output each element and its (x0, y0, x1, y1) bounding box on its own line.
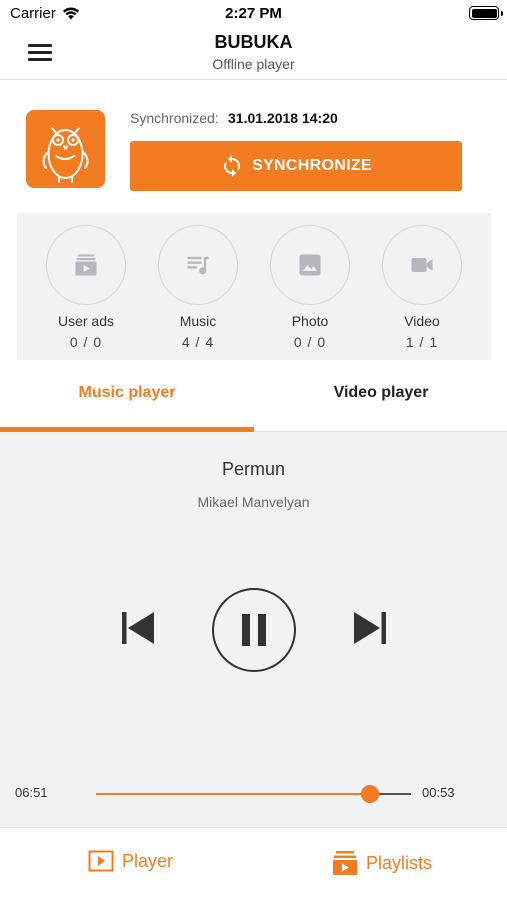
status-time: 2:27 PM (225, 5, 282, 22)
sync-datetime: 31.01.2018 14:20 (228, 110, 338, 126)
play-box-icon (88, 850, 114, 872)
count-circle (158, 225, 238, 305)
synchronize-button-label: SYNCHRONIZE (252, 157, 372, 174)
next-track-button[interactable] (352, 610, 388, 646)
tab-video-player[interactable]: Video player (254, 370, 507, 432)
sync-icon (224, 155, 241, 177)
image-icon (299, 254, 321, 276)
tab-music-player[interactable]: Music player (0, 370, 254, 432)
count-user-ads: User ads 0 / 0 (30, 225, 142, 350)
count-label: Video (404, 313, 440, 329)
count-value: 0 / 0 (293, 334, 327, 350)
count-value: 4 / 4 (181, 334, 215, 350)
pause-icon (242, 614, 266, 646)
bottom-player-label: Player (122, 850, 174, 871)
synchronize-button[interactable]: SYNCHRONIZE (130, 141, 462, 191)
skip-next-icon (354, 612, 386, 644)
app-subtitle: Offline player (212, 56, 295, 72)
queue-music-icon (187, 256, 209, 275)
bottom-player-button[interactable]: Player (88, 850, 173, 872)
nav-bar: BUBUKA Offline player (0, 28, 507, 80)
playlist-icon (333, 851, 357, 875)
count-photo: Photo 0 / 0 (254, 225, 366, 350)
progress-slider[interactable] (96, 785, 411, 803)
bottom-playlists-label: Playlists (366, 852, 433, 873)
sync-counts-panel: User ads 0 / 0 Music 4 / 4 Photo 0 / 0 V… (17, 213, 491, 360)
videocam-icon (411, 258, 433, 272)
progress-thumb[interactable] (361, 785, 380, 803)
count-value: 1 / 1 (405, 334, 439, 350)
app-title: BUBUKA (214, 32, 293, 52)
video-library-icon (75, 254, 97, 276)
progress-fill (96, 793, 371, 795)
bottom-nav: Player Playlists (0, 827, 507, 900)
track-title: Permun (221, 459, 286, 479)
count-video: Video 1 / 1 (366, 225, 478, 350)
count-label: Photo (291, 313, 329, 329)
sync-status-label: Synchronized: (130, 110, 219, 126)
elapsed-time: 06:51 (15, 785, 48, 800)
remaining-time: 00:53 (422, 785, 455, 800)
count-circle (46, 225, 126, 305)
pause-button[interactable] (212, 588, 296, 672)
battery-icon (469, 6, 503, 20)
owl-icon (42, 127, 89, 183)
track-artist: Mikael Manvelyan (197, 494, 310, 510)
count-circle (270, 225, 350, 305)
bubuka-logo (26, 110, 105, 188)
count-value: 0 / 0 (69, 334, 103, 350)
count-label: User ads (57, 313, 115, 329)
skip-previous-icon (122, 612, 154, 644)
count-label: Music (179, 313, 217, 329)
status-bar: Carrier 2:27 PM (0, 0, 507, 28)
music-player-panel: Permun Mikael Manvelyan 06:51 00:53 (0, 432, 507, 827)
count-music: Music 4 / 4 (142, 225, 254, 350)
previous-track-button[interactable] (120, 610, 156, 646)
count-circle (382, 225, 462, 305)
bottom-playlists-button[interactable]: Playlists (332, 850, 432, 876)
